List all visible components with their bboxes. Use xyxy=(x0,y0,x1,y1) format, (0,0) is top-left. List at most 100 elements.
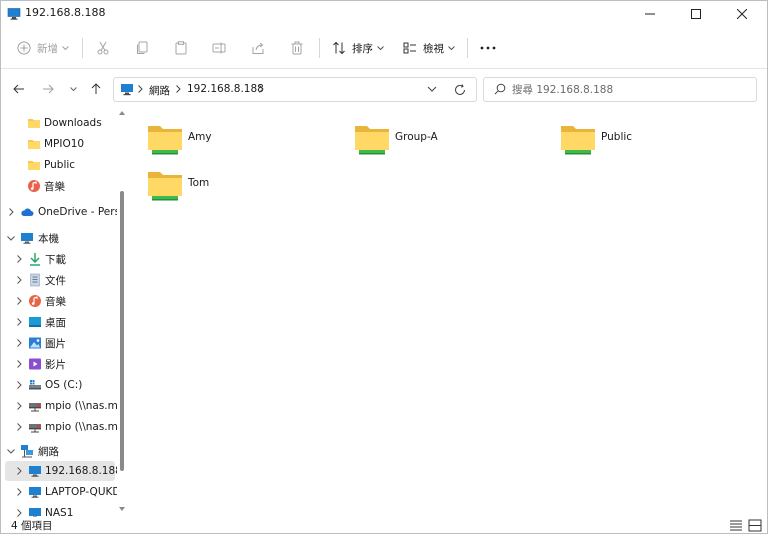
new-button[interactable]: 新增 xyxy=(17,27,69,69)
share-icon xyxy=(252,42,264,54)
chevron-down-icon xyxy=(427,86,437,92)
monitor-icon xyxy=(29,466,41,477)
rename-icon xyxy=(212,42,226,54)
large-icons-view-icon[interactable] xyxy=(748,519,762,532)
cut-button[interactable] xyxy=(96,27,110,69)
close-button[interactable] xyxy=(719,1,765,27)
view-button[interactable]: 檢視 xyxy=(403,27,455,69)
chevron-down-icon[interactable] xyxy=(6,446,16,456)
up-button[interactable] xyxy=(86,79,106,99)
sidebar-item-label: LAPTOP-QUKDI xyxy=(45,486,117,498)
music-icon xyxy=(29,295,41,307)
scroll-down-icon[interactable] xyxy=(119,507,125,511)
scrollbar-thumb[interactable] xyxy=(120,191,124,471)
chevron-right-icon[interactable] xyxy=(14,487,24,497)
toolbar-separator xyxy=(467,38,468,58)
chevron-right-icon[interactable] xyxy=(14,254,24,264)
paste-button[interactable] xyxy=(174,27,188,69)
monitor-icon xyxy=(121,84,133,96)
close-icon xyxy=(737,9,747,19)
sidebar-item-public[interactable]: Public xyxy=(1,155,117,175)
chevron-down-icon[interactable] xyxy=(6,233,16,243)
trash-icon xyxy=(291,41,303,55)
breadcrumb-network[interactable]: 網路 xyxy=(149,83,170,98)
shared-folder-group-a[interactable]: Group-A xyxy=(354,123,554,163)
navigation-pane: Downloads MPIO10 Public 音樂 OneDrive - Pe… xyxy=(1,109,117,517)
shared-folder-tom[interactable]: Tom xyxy=(147,169,347,209)
sidebar-item-label: 音樂 xyxy=(45,295,66,308)
sidebar-item-nas1[interactable]: NAS1 xyxy=(1,503,117,517)
sidebar-item-downloads[interactable]: Downloads xyxy=(1,113,117,133)
breadcrumb-host[interactable]: 192.168.8.188 xyxy=(187,83,264,95)
refresh-button[interactable] xyxy=(454,84,466,99)
sidebar-item-music[interactable]: 音樂 xyxy=(1,176,117,196)
status-bar: 4 個項目 xyxy=(1,517,767,533)
sidebar-item-host-192-168-8-188[interactable]: 192.168.8.188 xyxy=(5,461,117,481)
copy-icon xyxy=(137,41,148,54)
cloud-icon xyxy=(21,208,34,216)
sidebar-item-mpio-share-1[interactable]: mpio (\\nas.ma xyxy=(1,396,117,416)
search-input[interactable] xyxy=(512,81,742,98)
sidebar-item-label: 網路 xyxy=(38,445,59,458)
chevron-right-icon[interactable] xyxy=(14,422,24,432)
sidebar-item-label: 文件 xyxy=(45,274,66,287)
search-icon xyxy=(494,83,506,95)
folder-name: Tom xyxy=(188,177,210,189)
chevron-right-icon[interactable] xyxy=(6,207,16,217)
chevron-down-icon xyxy=(62,45,69,50)
minimize-button[interactable] xyxy=(627,1,673,27)
sort-button[interactable]: 排序 xyxy=(332,27,384,69)
sidebar-item-downloads-pc[interactable]: 下載 xyxy=(1,249,117,269)
sidebar-item-videos[interactable]: 影片 xyxy=(1,354,117,374)
maximize-icon xyxy=(691,9,701,19)
chevron-right-icon[interactable] xyxy=(14,380,24,390)
sidebar-item-music-pc[interactable]: 音樂 xyxy=(1,291,117,311)
sidebar-item-onedrive[interactable]: OneDrive - Perso xyxy=(1,202,117,222)
chevron-right-icon[interactable] xyxy=(14,338,24,348)
delete-button[interactable] xyxy=(290,27,304,69)
sidebar-item-os-drive[interactable]: OS (C:) xyxy=(1,375,117,395)
sidebar-item-network[interactable]: 網路 xyxy=(1,441,117,461)
chevron-right-icon[interactable] xyxy=(14,466,24,476)
shared-folder-icon xyxy=(355,126,389,155)
view-list-icon xyxy=(403,42,416,54)
details-view-icon[interactable] xyxy=(729,519,743,532)
sidebar-scrollbar[interactable] xyxy=(117,109,127,517)
address-history-button[interactable] xyxy=(427,84,437,97)
sidebar-item-mpio-share-2[interactable]: mpio (\\nas.ma xyxy=(1,417,117,437)
sidebar-item-mpio10[interactable]: MPIO10 xyxy=(1,134,117,154)
back-button[interactable] xyxy=(9,79,29,99)
shared-folder-public[interactable]: Public xyxy=(560,123,760,163)
sidebar-item-laptop[interactable]: LAPTOP-QUKDI xyxy=(1,482,117,502)
address-bar[interactable]: 網路 192.168.8.188 xyxy=(113,77,477,102)
chevron-right-icon[interactable] xyxy=(14,401,24,411)
more-options-button[interactable] xyxy=(480,27,496,69)
rename-button[interactable] xyxy=(212,27,226,69)
scroll-up-icon[interactable] xyxy=(119,111,125,115)
shared-folder-amy[interactable]: Amy xyxy=(147,123,347,163)
sidebar-item-label: 192.168.8.188 xyxy=(45,465,117,477)
recent-locations-button[interactable] xyxy=(63,79,83,99)
minimize-icon xyxy=(645,13,655,15)
chevron-down-icon xyxy=(448,45,455,50)
forward-button[interactable] xyxy=(38,79,58,99)
chevron-right-icon[interactable] xyxy=(14,296,24,306)
share-button[interactable] xyxy=(251,27,265,69)
sidebar-item-desktop[interactable]: 桌面 xyxy=(1,312,117,332)
chevron-right-icon xyxy=(259,85,264,93)
chevron-right-icon[interactable] xyxy=(14,359,24,369)
clipboard-icon xyxy=(175,41,187,55)
chevron-right-icon[interactable] xyxy=(14,508,24,517)
plus-circle-icon xyxy=(17,41,31,55)
maximize-button[interactable] xyxy=(673,1,719,27)
sidebar-item-documents[interactable]: 文件 xyxy=(1,270,117,290)
chevron-right-icon[interactable] xyxy=(14,317,24,327)
copy-button[interactable] xyxy=(135,27,149,69)
monitor-icon xyxy=(29,487,41,498)
toolbar-separator xyxy=(319,38,320,58)
sidebar-item-this-pc[interactable]: 本機 xyxy=(1,228,117,248)
sidebar-item-pictures[interactable]: 圖片 xyxy=(1,333,117,353)
sidebar-item-label: Public xyxy=(44,159,76,171)
chevron-right-icon[interactable] xyxy=(14,275,24,285)
document-icon xyxy=(30,273,40,287)
